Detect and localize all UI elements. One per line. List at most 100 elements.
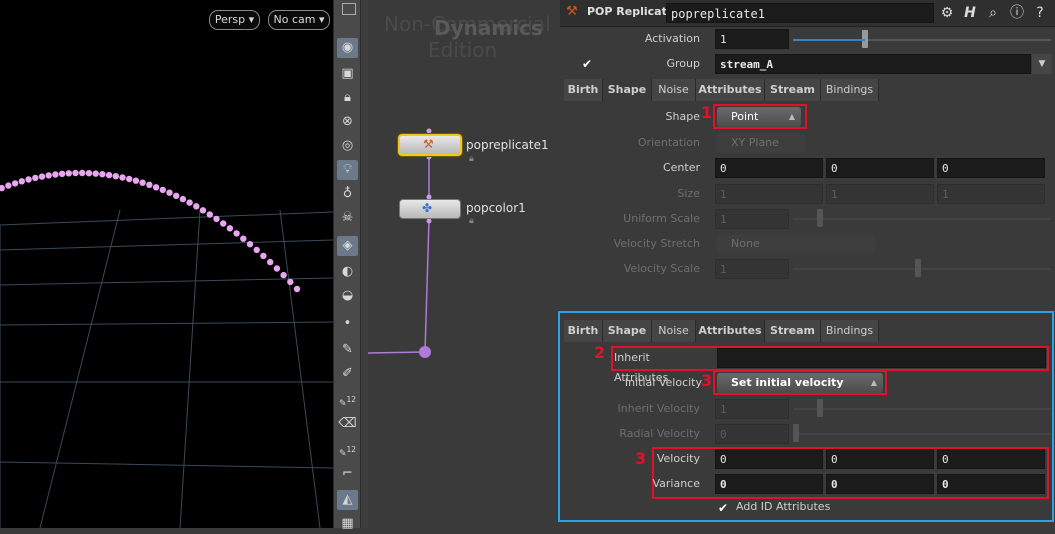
- group-field[interactable]: stream_A: [715, 54, 1031, 74]
- activation-field[interactable]: 1: [715, 29, 789, 49]
- light-icon[interactable]: 💡︎: [337, 160, 358, 180]
- radial-velocity-label: Radial Velocity: [619, 427, 700, 440]
- skull-icon[interactable]: ☠: [337, 208, 358, 228]
- size-z-field[interactable]: 1: [937, 184, 1045, 204]
- particle-point: [293, 285, 301, 293]
- scene-viewport[interactable]: Persp ▾ No cam ▾: [0, 0, 333, 528]
- inherit-velocity-field[interactable]: 1: [715, 399, 789, 419]
- velocity-stretch-menu[interactable]: None: [717, 234, 875, 254]
- node-name-field[interactable]: popreplicate1: [666, 3, 934, 23]
- velocity-scale-knob[interactable]: [915, 259, 921, 277]
- tab-bindings[interactable]: Bindings: [821, 79, 879, 101]
- grid-icon[interactable]: ▦: [337, 514, 358, 534]
- inherit-velocity-knob[interactable]: [817, 399, 823, 417]
- ghost-icon[interactable]: ◒: [337, 286, 358, 306]
- radial-velocity-slider[interactable]: [793, 433, 1051, 435]
- particle-point: [79, 169, 86, 177]
- tab-bindings[interactable]: Bindings: [821, 320, 879, 342]
- size-x-field[interactable]: 1: [715, 184, 823, 204]
- velocity-scale-field[interactable]: 1: [715, 259, 789, 279]
- node-label-popcolor1: popcolor1: [466, 201, 526, 215]
- center-x-field[interactable]: 0: [715, 158, 823, 178]
- particle-point: [132, 177, 140, 184]
- annotation-number-3a: 3: [701, 371, 713, 390]
- tab-attributes[interactable]: Attributes: [696, 79, 765, 101]
- velocity-x-field[interactable]: 0: [715, 449, 823, 469]
- group-dropdown-icon[interactable]: ▼: [1032, 54, 1052, 74]
- particle-point: [273, 265, 281, 272]
- particle-point: [38, 173, 46, 180]
- numbers-a-icon[interactable]: ✎12: [337, 390, 358, 410]
- tab-birth[interactable]: Birth: [564, 320, 603, 342]
- tab-noise[interactable]: Noise: [652, 320, 696, 342]
- orientation-menu[interactable]: XY Plane: [717, 133, 805, 153]
- node-lock-icon: 🔒︎: [469, 154, 474, 164]
- brush-icon[interactable]: ✎: [337, 340, 358, 360]
- parameter-tabs-bottom: Birth Shape Noise Attributes Stream Bind…: [564, 320, 879, 342]
- inherit-velocity-label: Inherit Velocity: [617, 402, 701, 415]
- visibility-icon[interactable]: ◐: [337, 262, 358, 282]
- camera-label: No cam: [273, 13, 316, 26]
- tab-shape[interactable]: Shape: [603, 320, 652, 342]
- inherit-velocity-slider[interactable]: [793, 408, 1051, 410]
- erase-icon[interactable]: ⌫: [337, 414, 358, 434]
- numbers-b-icon[interactable]: ✎12: [337, 440, 358, 460]
- uniform-scale-knob[interactable]: [817, 209, 823, 227]
- variance-z-field[interactable]: 0: [937, 474, 1045, 494]
- variance-x-field[interactable]: 0: [715, 474, 823, 494]
- velocity-z-field[interactable]: 0: [937, 449, 1045, 469]
- velocity-label: Velocity: [656, 452, 700, 465]
- particle-point: [52, 171, 59, 178]
- camera-menu-button[interactable]: No cam ▾: [268, 10, 330, 30]
- particle-point: [226, 225, 234, 232]
- maximize-icon[interactable]: [342, 3, 356, 15]
- snap-icon[interactable]: ⌐: [337, 464, 358, 484]
- search-icon[interactable]: ⌕: [983, 3, 1003, 23]
- node-popreplicate1[interactable]: ⚒: [398, 134, 462, 156]
- velocity-scale-slider[interactable]: [793, 268, 1051, 270]
- gear-icon[interactable]: ⚙: [937, 3, 957, 23]
- particle-point: [280, 271, 287, 279]
- help-icon[interactable]: ?: [1030, 3, 1050, 23]
- radial-velocity-field[interactable]: 0: [715, 424, 789, 444]
- display-icon[interactable]: ▣: [337, 64, 358, 84]
- uniform-scale-field[interactable]: 1: [715, 209, 789, 229]
- inherit-attributes-field[interactable]: [717, 348, 1046, 368]
- variance-y-field[interactable]: 0: [826, 474, 934, 494]
- center-y-field[interactable]: 0: [826, 158, 934, 178]
- node-popcolor1[interactable]: ✤: [399, 199, 461, 219]
- size-y-field[interactable]: 1: [826, 184, 934, 204]
- tab-attributes[interactable]: Attributes: [696, 320, 765, 342]
- add-id-checkbox[interactable]: ✔: [718, 502, 730, 514]
- activation-label: Activation: [644, 32, 700, 45]
- lock-icon[interactable]: 🔒︎: [337, 88, 358, 108]
- pencil-icon[interactable]: ✐: [337, 364, 358, 384]
- point-icon[interactable]: •: [337, 314, 358, 334]
- annotation-box-1: [713, 104, 807, 129]
- tab-noise[interactable]: Noise: [652, 79, 696, 101]
- velocity-y-field[interactable]: 0: [826, 449, 934, 469]
- particle-point: [25, 176, 32, 183]
- particle-point: [105, 171, 113, 179]
- uniform-scale-label: Uniform Scale: [623, 212, 700, 225]
- houdini-help-icon[interactable]: H: [960, 3, 980, 23]
- info-icon[interactable]: ⓘ: [1007, 3, 1027, 23]
- shading-icon[interactable]: ◈: [337, 236, 358, 256]
- tab-shape[interactable]: Shape: [603, 79, 652, 101]
- tab-birth[interactable]: Birth: [564, 79, 603, 101]
- isolate-icon[interactable]: ⊗: [337, 112, 358, 132]
- uniform-scale-slider[interactable]: [793, 218, 1051, 220]
- view-icon[interactable]: ◉: [337, 38, 358, 58]
- tab-stream[interactable]: Stream: [765, 79, 821, 101]
- sphere-icon[interactable]: ◎: [337, 136, 358, 156]
- network-editor[interactable]: Non-Commercial Dynamics Edition ⚒ poprep…: [368, 0, 560, 528]
- tab-stream[interactable]: Stream: [765, 320, 821, 342]
- activation-slider-fill: [793, 39, 866, 41]
- headlight-icon[interactable]: ♁: [337, 184, 358, 204]
- particle-point: [267, 258, 274, 266]
- persp-menu-button[interactable]: Persp ▾: [209, 10, 260, 30]
- center-z-field[interactable]: 0: [937, 158, 1045, 178]
- radial-velocity-knob[interactable]: [793, 424, 799, 442]
- template-icon[interactable]: ◭: [337, 490, 358, 510]
- add-id-label: Add ID Attributes: [736, 500, 831, 513]
